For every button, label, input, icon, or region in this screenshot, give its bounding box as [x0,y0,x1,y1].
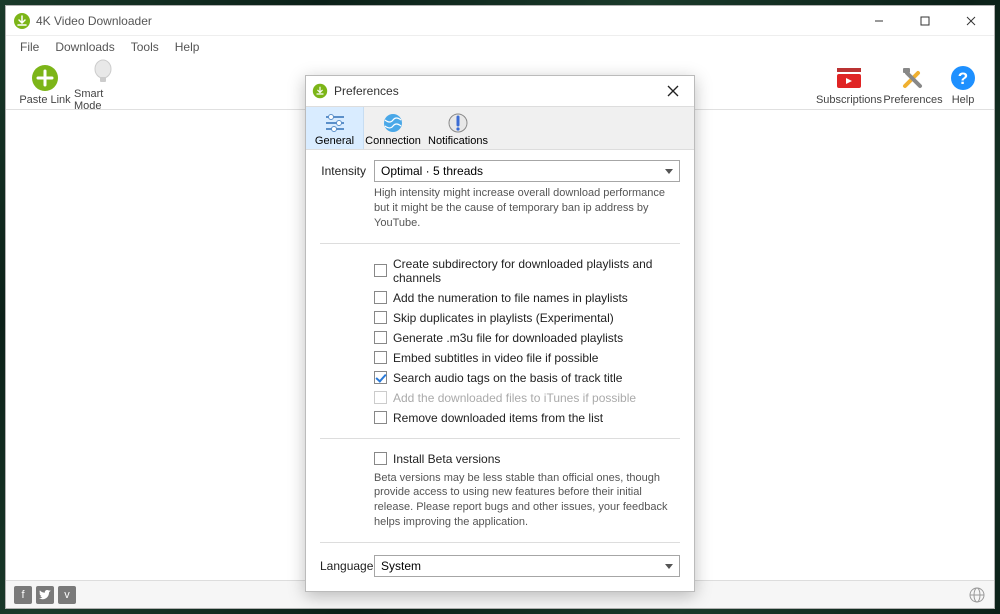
menu-help[interactable]: Help [169,38,206,56]
menu-downloads[interactable]: Downloads [49,38,120,56]
checkbox-icon [374,291,387,304]
language-select[interactable]: System [374,555,680,577]
subscriptions-button[interactable]: Subscriptions [814,64,884,106]
checkbox-icon [374,411,387,424]
maximize-button[interactable] [902,6,948,36]
plus-icon [31,64,59,92]
facebook-icon[interactable]: f [14,586,32,604]
titlebar: 4K Video Downloader [6,6,994,36]
paste-link-label: Paste Link [19,94,70,106]
smart-mode-button[interactable]: Smart Mode [74,58,132,112]
dialog-tabs: General Connection Notifications [306,106,694,150]
tools-icon [899,64,927,92]
preferences-label: Preferences [883,94,942,106]
opt-skip-dup[interactable]: Skip duplicates in playlists (Experiment… [374,310,680,326]
window-title: 4K Video Downloader [36,14,152,28]
intensity-hint: High intensity might increase overall do… [374,186,680,231]
subscriptions-icon [835,64,863,92]
opt-subdir[interactable]: Create subdirectory for downloaded playl… [374,256,680,286]
beta-hint: Beta versions may be less stable than of… [374,471,680,530]
options-group: Create subdirectory for downloaded playl… [374,256,680,426]
divider [320,438,680,439]
preferences-dialog: Preferences General Connection Notificat… [305,75,695,592]
menubar: File Downloads Tools Help [6,36,994,58]
checkbox-icon [374,391,387,404]
minimize-button[interactable] [856,6,902,36]
divider [320,243,680,244]
checkbox-icon [374,264,387,277]
menu-tools[interactable]: Tools [125,38,165,56]
divider [320,542,680,543]
checkbox-icon [374,311,387,324]
paste-link-button[interactable]: Paste Link [16,64,74,106]
opt-embed-subs[interactable]: Embed subtitles in video file if possibl… [374,350,680,366]
twitter-icon[interactable] [36,586,54,604]
dialog-titlebar: Preferences [306,76,694,106]
checkbox-icon [374,331,387,344]
opt-itunes: Add the downloaded files to iTunes if po… [374,390,680,406]
opt-m3u[interactable]: Generate .m3u file for downloaded playli… [374,330,680,346]
tab-connection[interactable]: Connection [364,107,422,149]
help-button[interactable]: ? Help [942,64,984,106]
vimeo-icon[interactable]: v [58,586,76,604]
globe-icon[interactable] [968,586,986,604]
alert-icon [446,111,470,135]
language-label: Language [320,555,366,573]
tab-notifications[interactable]: Notifications [422,107,494,149]
svg-text:?: ? [958,69,968,88]
opt-numeration[interactable]: Add the numeration to file names in play… [374,290,680,306]
tab-general[interactable]: General [306,107,364,149]
app-icon [14,13,30,29]
sliders-icon [323,111,347,135]
opt-beta[interactable]: Install Beta versions [374,451,680,467]
menu-file[interactable]: File [14,38,45,56]
dialog-body: Intensity Optimal · 5 threads High inten… [306,150,694,591]
close-button[interactable] [948,6,994,36]
subscriptions-label: Subscriptions [816,94,882,106]
dialog-title: Preferences [334,84,399,98]
dialog-app-icon [313,84,327,98]
checkbox-icon [374,371,387,384]
dialog-close-button[interactable] [658,76,688,106]
checkbox-icon [374,452,387,465]
help-icon: ? [949,64,977,92]
help-label: Help [952,94,975,106]
opt-remove-list[interactable]: Remove downloaded items from the list [374,410,680,426]
intensity-label: Intensity [320,160,366,178]
smart-mode-label: Smart Mode [74,88,132,112]
intensity-select[interactable]: Optimal · 5 threads [374,160,680,182]
globe-icon [381,111,405,135]
opt-audio-tags[interactable]: Search audio tags on the basis of track … [374,370,680,386]
bulb-icon [89,58,117,86]
checkbox-icon [374,351,387,364]
preferences-button[interactable]: Preferences [884,64,942,106]
